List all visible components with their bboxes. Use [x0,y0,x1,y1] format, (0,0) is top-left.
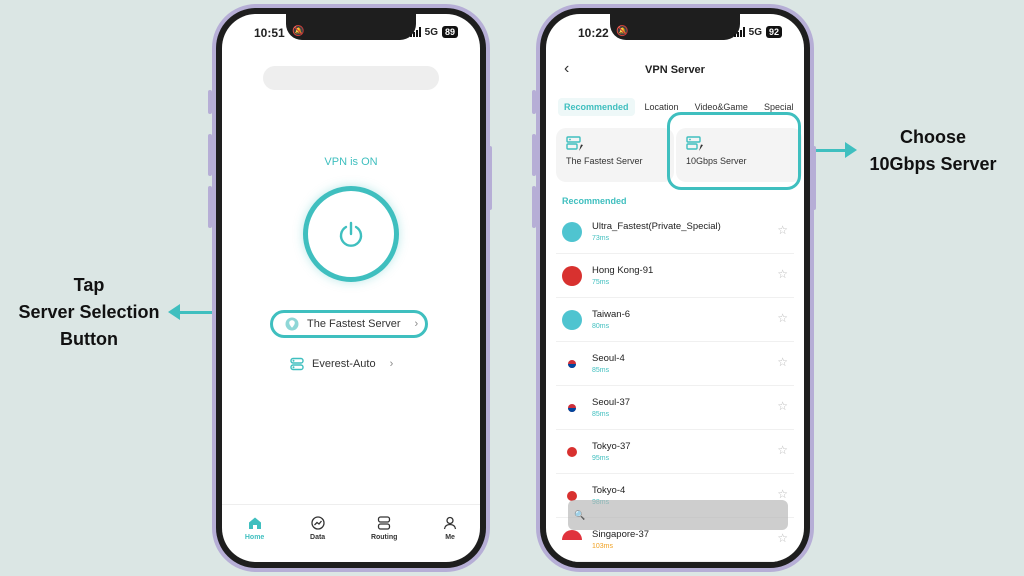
chevron-right-icon: › [414,318,419,330]
server-rocket-icon [566,136,583,151]
network-label: 5G [424,26,438,38]
page-title: VPN Server [645,64,705,76]
star-icon[interactable]: ☆ [777,355,788,369]
status-time: 10:22 [578,26,609,40]
annotation-tap-server-selection: Tap Server Selection Button [18,275,160,349]
chart-icon [310,516,325,530]
server-row[interactable]: Taiwan-6 80ms ☆ [556,298,794,342]
route-icon [290,357,304,371]
bell-icon: 🔕 [616,26,629,37]
bell-icon: 🔕 [292,26,305,37]
route-selection-button[interactable]: Everest-Auto › [276,350,426,378]
nav-me[interactable]: Me [443,516,457,541]
phone-left: 10:51 🔕 5G 89 VPN is ON The Fastest Serv… [212,4,490,572]
star-icon[interactable]: ☆ [777,267,788,281]
chevron-right-icon: › [389,358,394,370]
server-selection-label: The Fastest Server [307,318,401,330]
star-icon[interactable]: ☆ [777,311,788,325]
star-icon[interactable]: ☆ [777,443,788,457]
nav-routing[interactable]: Routing [371,516,397,541]
arrow-head-right [845,142,857,158]
route-selection-label: Everest-Auto [312,358,376,370]
star-icon[interactable]: ☆ [777,531,788,545]
battery-icon: 92 [765,26,782,38]
server-row[interactable]: Seoul-37 85ms ☆ [556,386,794,430]
bottom-nav: Home Data Routing Me [222,504,480,562]
fastest-server-card[interactable]: The Fastest Server [556,128,674,182]
server-row[interactable]: Seoul-4 85ms ☆ [556,342,794,386]
signal-icon [733,27,745,37]
signal-icon [409,27,421,37]
highlight-10gbps-card [667,112,801,190]
server-row[interactable]: Tokyo-37 95ms ☆ [556,430,794,474]
vpn-server-screen: 10:22 🔕 5G 92 ‹ VPN Server Recommended L… [546,14,804,562]
phone-right: 10:22 🔕 5G 92 ‹ VPN Server Recommended L… [536,4,814,572]
globe-flag-icon [562,309,582,330]
power-icon [339,221,363,247]
home-screen: 10:51 🔕 5G 89 VPN is ON The Fastest Serv… [222,14,480,562]
location-pin-icon [285,317,299,331]
nav-home[interactable]: Home [245,516,264,541]
star-icon[interactable]: ☆ [777,487,788,501]
network-label: 5G [748,26,762,38]
star-icon[interactable]: ☆ [777,223,788,237]
section-label-recommended: Recommended [562,196,627,206]
nav-data[interactable]: Data [310,516,325,541]
user-icon [443,516,457,530]
server-selection-button[interactable]: The Fastest Server › [270,310,428,338]
korea-flag-icon [562,353,582,374]
header: ‹ VPN Server [546,58,804,82]
server-row[interactable]: Ultra_Fastest(Private_Special) 73ms ☆ [556,210,794,254]
search-icon: 🔍 [574,509,586,520]
battery-icon: 89 [441,26,458,38]
search-bar[interactable] [263,66,439,90]
status-time: 10:51 [254,26,285,40]
home-icon [248,517,261,529]
routing-icon [378,516,391,530]
hong-kong-flag-icon [562,265,582,286]
status-bar: 10:22 🔕 5G 92 [546,24,804,44]
singapore-flag-icon [562,529,582,550]
fastest-server-card-label: The Fastest Server [566,156,643,166]
tab-recommended[interactable]: Recommended [558,98,635,116]
vpn-status-text: VPN is ON [324,156,378,168]
star-icon[interactable]: ☆ [777,399,788,413]
globe-flag-icon [562,221,582,242]
power-button[interactable] [303,186,399,282]
annotation-choose-10gbps: Choose 10Gbps Server [869,127,997,174]
search-overlay[interactable]: 🔍 [568,500,788,530]
server-row[interactable]: Hong Kong-91 75ms ☆ [556,254,794,298]
korea-flag-icon [562,397,582,418]
status-bar: 10:51 🔕 5G 89 [222,24,480,44]
japan-flag-icon [562,441,582,462]
